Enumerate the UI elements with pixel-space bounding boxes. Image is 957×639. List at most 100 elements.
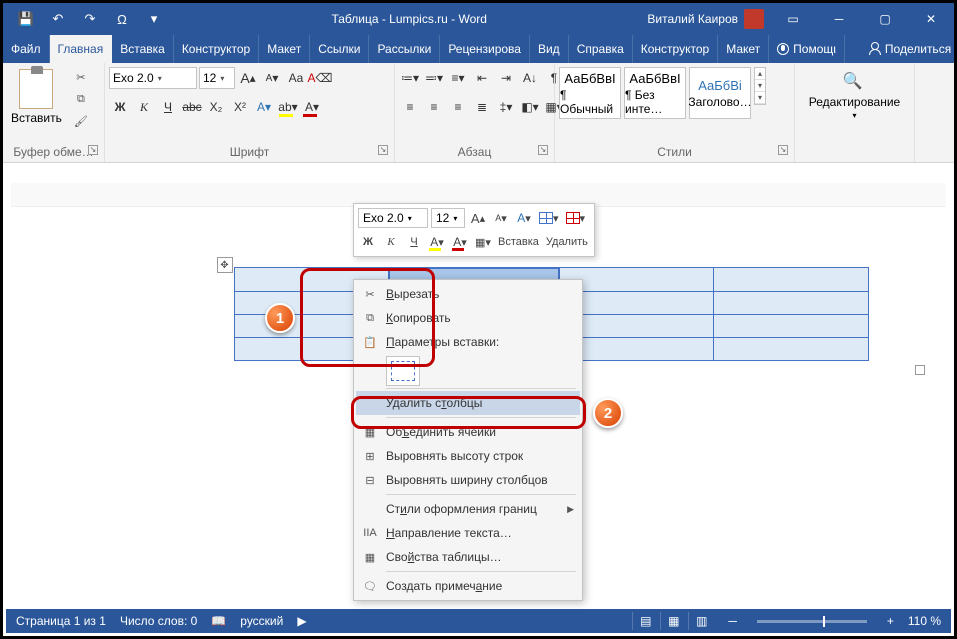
style-normal[interactable]: АаБбВвІ¶ Обычный	[559, 67, 621, 119]
tab-refs[interactable]: Ссылки	[310, 35, 369, 63]
qat-save[interactable]: 💾	[13, 6, 39, 32]
tab-insert[interactable]: Вставка	[112, 35, 174, 63]
tab-layout[interactable]: Макет	[259, 35, 310, 63]
table-move-handle[interactable]: ✥	[217, 257, 233, 273]
text-effects[interactable]: A▾	[253, 96, 275, 118]
mt-styles[interactable]: A▾	[514, 208, 534, 228]
mt-italic[interactable]: К	[381, 232, 401, 252]
mt-underline[interactable]: Ч	[404, 232, 424, 252]
ribbon-display[interactable]: ▭	[770, 3, 816, 35]
ctx-paste-keep-formatting[interactable]	[386, 356, 420, 386]
paste-button[interactable]: Вставить	[7, 67, 66, 127]
ctx-dist-rows[interactable]: ⊞Выровнять высоту строк	[356, 444, 580, 468]
inc-indent[interactable]: ⇥	[495, 67, 517, 89]
tab-home[interactable]: Главная	[50, 35, 113, 63]
shrink-font[interactable]: A▾	[261, 67, 283, 89]
mt-borders[interactable]: ▦▾	[473, 232, 493, 252]
mt-font[interactable]: Exo 2.0▾	[358, 208, 428, 228]
ctx-text-dir[interactable]: IIАНаправление текста…	[356, 521, 580, 545]
justify[interactable]: ≣	[471, 96, 493, 118]
copy-button[interactable]: ⧉	[71, 89, 91, 109]
mt-insert[interactable]: ▾	[537, 208, 561, 228]
clear-format[interactable]: A⌫	[309, 67, 331, 89]
mt-highlight[interactable]: A▾	[427, 232, 447, 252]
close-button[interactable]: ✕	[908, 3, 954, 35]
multilevel-button[interactable]: ≡▾	[447, 67, 469, 89]
ctx-new-comment[interactable]: 🗨Создать примечание	[356, 574, 580, 598]
align-right[interactable]: ≡	[447, 96, 469, 118]
view-web[interactable]: ▥	[688, 612, 714, 630]
share-button[interactable]: Поделиться	[861, 35, 957, 63]
sort-button[interactable]: A↓	[519, 67, 541, 89]
status-macro[interactable]: ▶	[297, 614, 306, 628]
zoom-out[interactable]: ─	[728, 614, 737, 628]
ctx-border-styles[interactable]: Стили оформления границ▶	[356, 497, 580, 521]
zoom-slider[interactable]	[757, 620, 867, 623]
qat-more[interactable]: ▾	[141, 6, 167, 32]
ctx-cut[interactable]: ✂Вырезать	[356, 282, 580, 306]
align-left[interactable]: ≡	[399, 96, 421, 118]
view-print[interactable]: ▦	[660, 612, 686, 630]
cut-button[interactable]: ✂	[71, 67, 91, 87]
grow-font[interactable]: A▴	[237, 67, 259, 89]
tab-table-design[interactable]: Конструктор	[633, 35, 718, 63]
font-select[interactable]: Exo 2.0▾	[109, 67, 197, 89]
superscript-button[interactable]: X²	[229, 96, 251, 118]
ctx-table-props[interactable]: ▦Свойства таблицы…	[356, 545, 580, 569]
italic-button[interactable]: К	[133, 96, 155, 118]
qat-undo[interactable]: ↶	[45, 6, 71, 32]
ctx-merge[interactable]: ▦Объединить ячейки	[356, 420, 580, 444]
bullets-button[interactable]: ≔▾	[399, 67, 421, 89]
zoom-level[interactable]: 110 %	[908, 614, 941, 628]
styles-gallery-more[interactable]: ▴▾▾	[754, 67, 766, 105]
mt-bold[interactable]: Ж	[358, 232, 378, 252]
editing-button[interactable]: Редактирование ▾	[805, 67, 904, 122]
mt-shrink[interactable]: A▾	[491, 208, 511, 228]
minimize-button[interactable]: ─	[816, 3, 862, 35]
maximize-button[interactable]: ▢	[862, 3, 908, 35]
line-spacing[interactable]: ‡▾	[495, 96, 517, 118]
mt-font-color[interactable]: A▾	[450, 232, 470, 252]
underline-button[interactable]: Ч	[157, 96, 179, 118]
tab-design[interactable]: Конструктор	[174, 35, 259, 63]
qat-symbol[interactable]: Ω	[109, 6, 135, 32]
tab-mail[interactable]: Рассылки	[369, 35, 440, 63]
ctx-dist-cols[interactable]: ⊟Выровнять ширину столбцов	[356, 468, 580, 492]
mt-delete-label[interactable]: Удалить	[544, 232, 590, 252]
mt-insert-label[interactable]: Вставка	[496, 232, 541, 252]
style-nospacing[interactable]: АаБбВвІ¶ Без инте…	[624, 67, 686, 119]
status-page[interactable]: Страница 1 из 1	[16, 614, 106, 628]
tab-tell-me[interactable]: Помощι	[769, 35, 845, 63]
table-resize-handle[interactable]	[915, 365, 925, 375]
user-area[interactable]: Виталий Каиров	[641, 9, 770, 29]
shading-button[interactable]: ◧▾	[519, 96, 541, 118]
numbering-button[interactable]: ≕▾	[423, 67, 445, 89]
mt-delete[interactable]: ▾	[564, 208, 588, 228]
qat-redo[interactable]: ↷	[77, 6, 103, 32]
format-painter-button[interactable]: 🖌	[71, 111, 91, 131]
ctx-delete-columns[interactable]: Удалить столбцы	[356, 391, 580, 415]
tab-table-layout[interactable]: Макет	[718, 35, 769, 63]
status-lang[interactable]: русский	[240, 614, 283, 628]
tab-view[interactable]: Вид	[530, 35, 569, 63]
change-case[interactable]: Aa	[285, 67, 307, 89]
status-words[interactable]: Число слов: 0	[120, 614, 197, 628]
tab-file[interactable]: Файл	[3, 35, 50, 63]
strike-button[interactable]: abc	[181, 96, 203, 118]
highlight-button[interactable]: ab▾	[277, 96, 299, 118]
size-select[interactable]: 12▾	[199, 67, 235, 89]
subscript-button[interactable]: X₂	[205, 96, 227, 118]
mt-size[interactable]: 12▾	[431, 208, 465, 228]
dec-indent[interactable]: ⇤	[471, 67, 493, 89]
align-center[interactable]: ≡	[423, 96, 445, 118]
view-read[interactable]: ▤	[632, 612, 658, 630]
status-proof[interactable]: 📖	[211, 614, 226, 628]
ctx-copy[interactable]: ⧉Копировать	[356, 306, 580, 330]
font-color-button[interactable]: A▾	[301, 96, 323, 118]
style-heading1[interactable]: АаБбВіЗаголово…	[689, 67, 751, 119]
ctx-paste-options[interactable]: 📋Параметры вставки:	[356, 330, 580, 354]
bold-button[interactable]: Ж	[109, 96, 131, 118]
tab-help[interactable]: Справка	[569, 35, 633, 63]
mt-grow[interactable]: A▴	[468, 208, 488, 228]
tab-review[interactable]: Рецензирова	[440, 35, 530, 63]
